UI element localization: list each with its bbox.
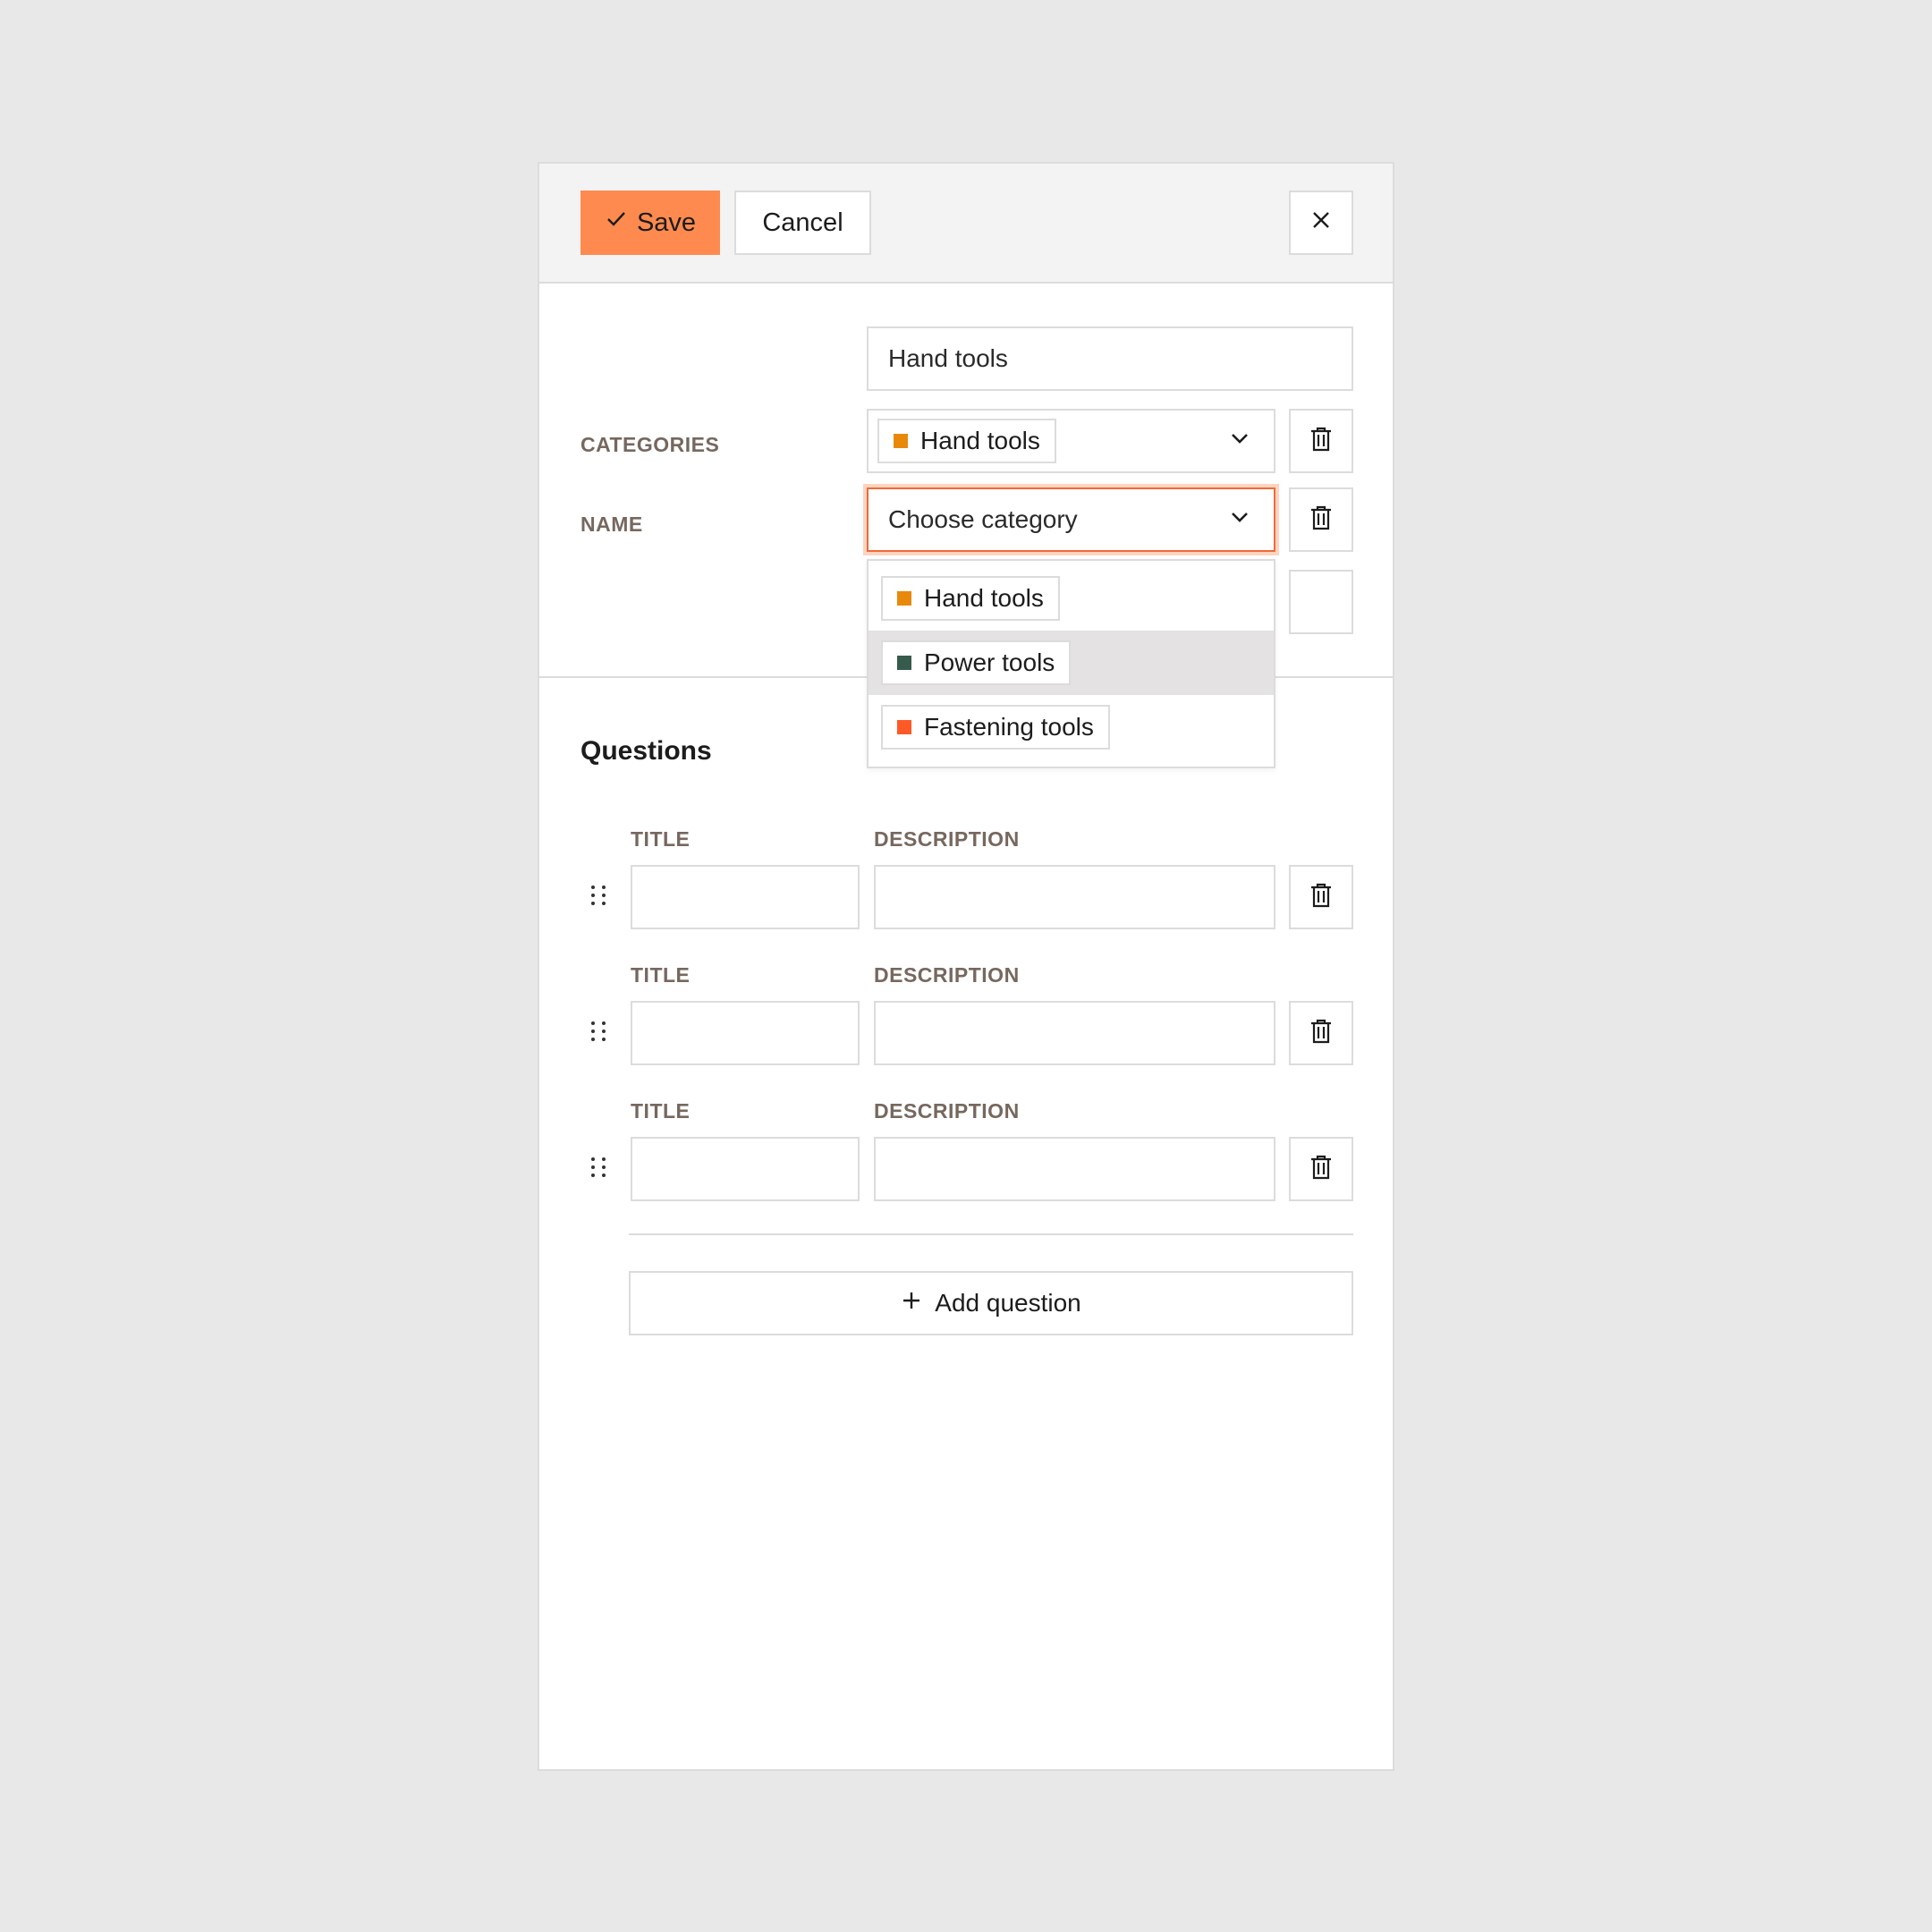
delete-category-button[interactable] — [1289, 487, 1353, 552]
check-icon — [605, 208, 628, 238]
category-select-1[interactable]: Hand tools — [867, 409, 1275, 473]
plus-icon — [901, 1289, 922, 1318]
trash-icon — [1309, 505, 1333, 535]
question-description-input[interactable] — [874, 1137, 1275, 1201]
cancel-button[interactable]: Cancel — [734, 191, 871, 255]
option-label: Hand tools — [924, 584, 1044, 612]
category-color-swatch — [894, 434, 908, 448]
dropdown-option[interactable]: Fastening tools — [869, 695, 1274, 759]
name-value: Hand tools — [888, 344, 1008, 372]
trash-icon — [1309, 1019, 1333, 1048]
category-tag: Hand tools — [881, 576, 1060, 621]
trash-icon — [1309, 1155, 1333, 1184]
description-label: DESCRIPTION — [874, 1099, 1020, 1123]
question-title-input[interactable] — [631, 1001, 860, 1065]
category-color-swatch — [897, 591, 911, 606]
toolbar: Save Cancel — [539, 164, 1393, 284]
dropdown-option[interactable]: Hand tools — [869, 566, 1274, 631]
category-color-swatch — [897, 656, 911, 670]
option-label: Fastening tools — [924, 713, 1094, 741]
add-question-button[interactable]: Add question — [629, 1271, 1353, 1335]
delete-question-button[interactable] — [1289, 1001, 1353, 1065]
delete-question-button[interactable] — [1289, 865, 1353, 929]
save-button[interactable]: Save — [580, 191, 720, 255]
chevron-down-icon[interactable] — [1229, 505, 1250, 534]
drag-handle-icon[interactable] — [591, 1154, 609, 1181]
cancel-label: Cancel — [762, 208, 843, 237]
name-input[interactable]: Hand tools — [867, 326, 1353, 391]
title-label: TITLE — [631, 963, 691, 987]
category-tag: Power tools — [881, 640, 1072, 685]
category-color-swatch — [897, 720, 911, 734]
description-label: DESCRIPTION — [874, 827, 1020, 851]
close-button[interactable] — [1289, 191, 1353, 255]
question-title-input[interactable] — [631, 1137, 860, 1201]
title-label: TITLE — [631, 827, 691, 851]
question-description-input[interactable] — [874, 865, 1275, 929]
delete-question-button[interactable] — [1289, 1137, 1353, 1201]
description-label: DESCRIPTION — [874, 963, 1020, 987]
category-select-new[interactable]: Choose category — [867, 487, 1275, 552]
categories-label: CATEGORIES — [580, 433, 720, 456]
add-question-label: Add question — [935, 1289, 1081, 1317]
question-title-input[interactable] — [631, 865, 860, 929]
questions-heading: Questions — [580, 736, 712, 766]
title-label: TITLE — [631, 1099, 691, 1123]
add-category-button[interactable] — [1289, 570, 1353, 634]
close-icon — [1310, 208, 1332, 238]
chevron-down-icon[interactable] — [1229, 427, 1250, 455]
category-tag: Hand tools — [877, 419, 1056, 463]
category-placeholder: Choose category — [888, 505, 1078, 533]
option-label: Power tools — [924, 648, 1055, 676]
trash-icon — [1309, 427, 1333, 456]
delete-category-button[interactable] — [1289, 409, 1353, 473]
questions-divider — [629, 1233, 1353, 1235]
name-label: NAME — [580, 513, 643, 536]
dropdown-option[interactable]: Power tools — [869, 631, 1274, 695]
save-label: Save — [636, 208, 697, 237]
drag-handle-icon[interactable] — [591, 882, 609, 909]
category-tag-label: Hand tools — [920, 427, 1040, 454]
category-dropdown: Hand tools Power tools Fastening tools — [867, 559, 1275, 768]
drag-handle-icon[interactable] — [591, 1018, 609, 1045]
question-description-input[interactable] — [874, 1001, 1275, 1065]
edit-panel: Save Cancel NAME Hand tools CATEGORIES H… — [538, 162, 1394, 1771]
trash-icon — [1309, 883, 1333, 912]
category-tag: Fastening tools — [881, 705, 1110, 750]
